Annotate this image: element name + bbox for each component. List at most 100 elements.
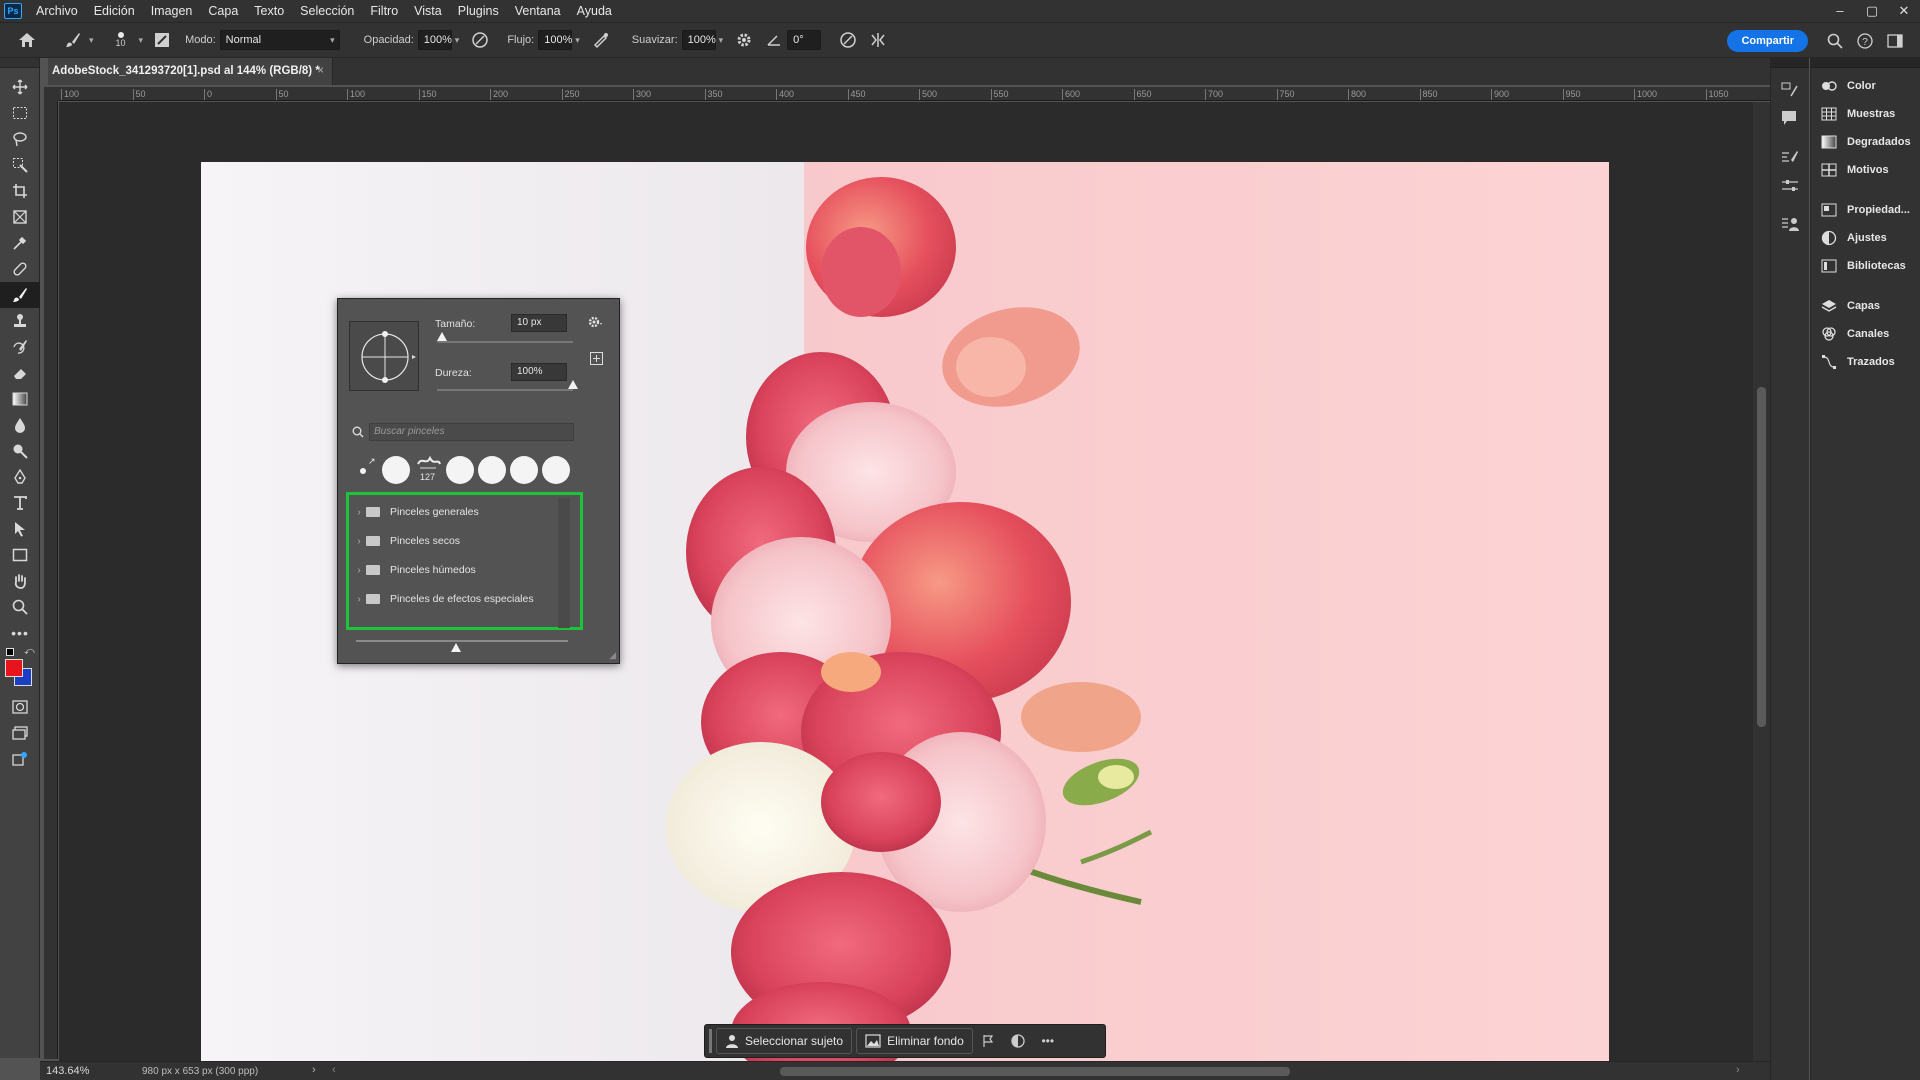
edit-toolbar-icon[interactable] (0, 746, 40, 772)
size-field[interactable]: 10 px (511, 314, 567, 332)
share-button[interactable]: Compartir (1727, 30, 1808, 52)
size-slider-thumb[interactable] (437, 332, 448, 341)
dodge-tool-icon[interactable] (0, 438, 40, 464)
brush-tip-small[interactable] (360, 468, 366, 474)
close-button[interactable]: ✕ (1888, 0, 1920, 22)
chevron-right-icon[interactable]: › (352, 536, 366, 547)
swap-colors-icon[interactable]: ⤺ (24, 646, 35, 657)
folder-pinceles-humedos[interactable]: › Pinceles húmedos (352, 557, 560, 583)
history-icon[interactable] (1781, 82, 1799, 101)
panel-canales[interactable]: Canales (1811, 320, 1920, 348)
rectangle-tool-icon[interactable] (0, 542, 40, 568)
foreground-color-swatch[interactable] (5, 659, 23, 677)
eyedropper-tool-icon[interactable] (0, 230, 40, 256)
eraser-tool-icon[interactable] (0, 360, 40, 386)
chevron-down-icon[interactable]: ▾ (719, 35, 724, 46)
gear-icon[interactable] (731, 27, 757, 53)
menu-archivo[interactable]: Archivo (28, 0, 86, 22)
chevron-down-icon[interactable]: ▾ (89, 35, 94, 46)
more-tools-icon[interactable]: ••• (0, 620, 40, 646)
history-brush-tool-icon[interactable] (0, 334, 40, 360)
scroll-right-icon[interactable]: › (1736, 1064, 1740, 1076)
brush-search-input[interactable]: Buscar pinceles (369, 423, 574, 441)
path-selection-tool-icon[interactable] (0, 516, 40, 542)
home-icon[interactable] (14, 27, 40, 53)
default-colors-icon[interactable] (6, 648, 14, 656)
brush-tip-preview[interactable] (349, 321, 419, 391)
preview-size-slider-thumb[interactable] (451, 643, 461, 652)
mode-select[interactable]: Normal ▾ (219, 30, 340, 50)
restore-button[interactable]: ▢ (1856, 0, 1888, 22)
document-tab[interactable]: AdobeStock_341293720[1].psd al 144% (RGB… (48, 58, 333, 85)
brush-tip-round[interactable] (446, 456, 474, 484)
panel-trazados[interactable]: Trazados (1811, 348, 1920, 376)
marquee-tool-icon[interactable] (0, 100, 40, 126)
menu-capa[interactable]: Capa (200, 0, 246, 22)
chevron-down-icon[interactable]: ▾ (139, 35, 144, 46)
object-selection-tool-icon[interactable] (0, 152, 40, 178)
size-slider[interactable] (437, 341, 573, 343)
horizontal-scroll-thumb[interactable] (780, 1067, 1290, 1076)
symmetry-icon[interactable] (865, 27, 891, 53)
vertical-scroll-thumb[interactable] (1757, 387, 1766, 727)
chevron-down-icon[interactable]: ▾ (455, 35, 460, 46)
menu-ayuda[interactable]: Ayuda (569, 0, 620, 22)
hardness-slider[interactable] (437, 389, 573, 391)
angle-field[interactable]: 0° (787, 30, 822, 50)
comments-icon[interactable] (1781, 110, 1797, 129)
brush-tip-round[interactable] (542, 456, 570, 484)
chevron-right-icon[interactable]: › (352, 507, 366, 518)
menu-vista[interactable]: Vista (406, 0, 450, 22)
select-subject-button[interactable]: Seleccionar sujeto (716, 1028, 853, 1054)
folder-pinceles-efectos-especiales[interactable]: › Pinceles de efectos especiales (352, 586, 560, 612)
crop-tool-icon[interactable] (0, 178, 40, 204)
quick-mask-icon[interactable] (0, 694, 40, 720)
brush-tip-custom[interactable]: 127 (414, 452, 442, 488)
airbrush-icon[interactable] (588, 27, 614, 53)
pin-bar-icon[interactable] (973, 1028, 1003, 1054)
pen-tool-icon[interactable] (0, 464, 40, 490)
hardness-field[interactable]: 100% (511, 363, 567, 381)
panel-capas[interactable]: Capas (1811, 292, 1920, 320)
panel-muestras[interactable]: Muestras (1811, 100, 1920, 128)
brush-tool-preset-icon[interactable] (60, 27, 86, 53)
panel-propiedades[interactable]: Propiedad... (1811, 196, 1920, 224)
layer-comps-icon[interactable] (1781, 216, 1799, 235)
menu-plugins[interactable]: Plugins (450, 0, 507, 22)
panel-motivos[interactable]: Motivos (1811, 156, 1920, 184)
folder-list-scrollbar[interactable] (558, 498, 570, 628)
clone-stamp-tool-icon[interactable] (0, 308, 40, 334)
brush-settings-panel-icon[interactable] (1781, 150, 1799, 169)
smoothing-field[interactable]: 100% (681, 30, 716, 50)
brush-tip-round[interactable] (478, 456, 506, 484)
close-tab-icon[interactable]: × (317, 58, 324, 85)
folder-pinceles-secos[interactable]: › Pinceles secos (352, 528, 560, 554)
zoom-tool-icon[interactable] (0, 594, 40, 620)
type-tool-icon[interactable] (0, 490, 40, 516)
opacity-field[interactable]: 100% (417, 30, 452, 50)
vertical-ruler[interactable] (44, 101, 58, 1059)
panel-color[interactable]: Color (1811, 72, 1920, 100)
drag-handle[interactable] (709, 1029, 712, 1053)
brush-tip-round[interactable] (382, 456, 410, 484)
brush-tip-round[interactable] (510, 456, 538, 484)
menu-edicion[interactable]: Edición (86, 0, 143, 22)
menu-ventana[interactable]: Ventana (507, 0, 569, 22)
remove-background-button[interactable]: Eliminar fondo (856, 1028, 973, 1054)
more-options-icon[interactable]: ••• (1033, 1028, 1063, 1054)
move-tool-icon[interactable] (0, 74, 40, 100)
panel-bibliotecas[interactable]: Bibliotecas (1811, 252, 1920, 280)
folder-pinceles-generales[interactable]: › Pinceles generales (352, 499, 560, 525)
pressure-opacity-icon[interactable] (467, 27, 493, 53)
adjust-icon[interactable] (1003, 1028, 1033, 1054)
horizontal-ruler[interactable]: 100 50 0 50 100 150 200 250 300 350 400 450 500 550 60… (59, 87, 1770, 101)
resize-grip-icon[interactable]: ◢ (609, 650, 616, 661)
lasso-tool-icon[interactable] (0, 126, 40, 152)
chevron-right-icon[interactable]: › (352, 594, 366, 605)
hand-tool-icon[interactable] (0, 568, 40, 594)
gear-icon[interactable] (588, 316, 604, 331)
menu-filtro[interactable]: Filtro (362, 0, 406, 22)
workspace-icon[interactable] (1882, 28, 1908, 54)
menu-texto[interactable]: Texto (246, 0, 292, 22)
panel-degradados[interactable]: Degradados (1811, 128, 1920, 156)
